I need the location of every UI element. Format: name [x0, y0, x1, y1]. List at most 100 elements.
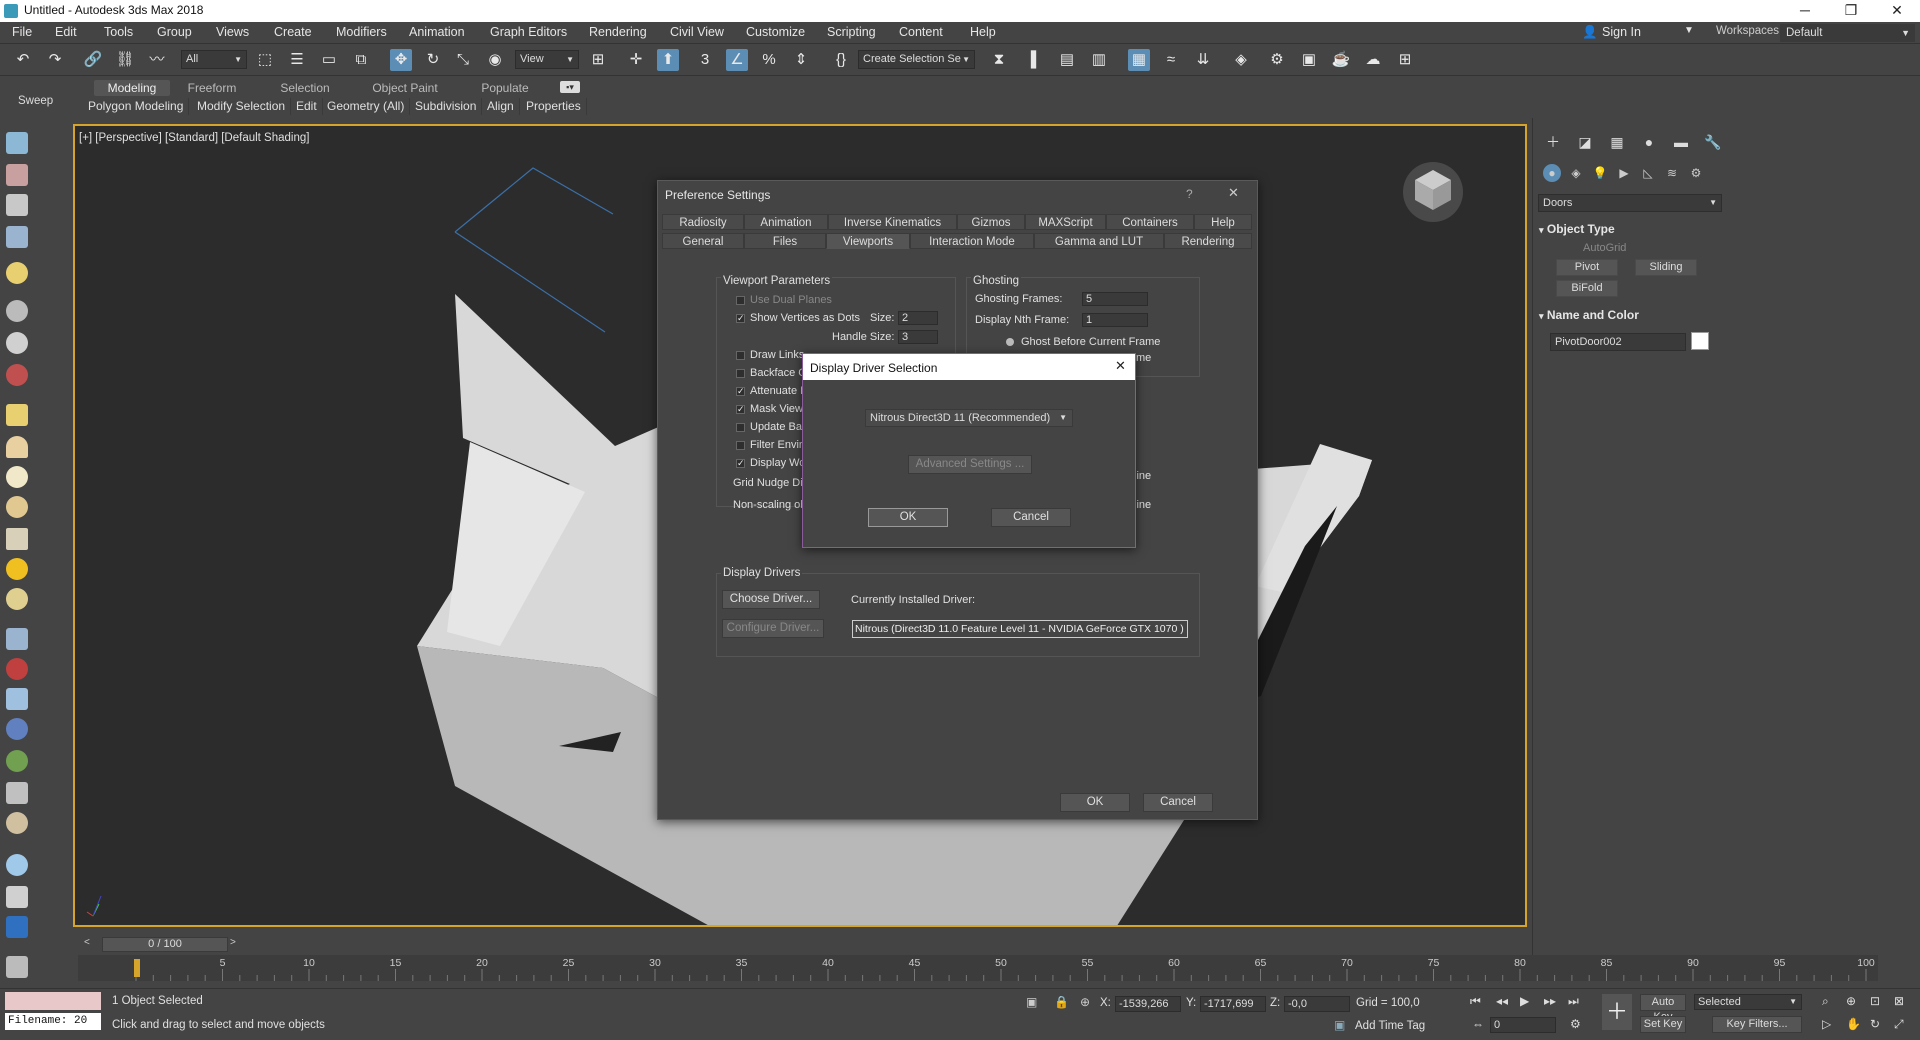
create-tab-icon[interactable]: ＋ [1543, 132, 1563, 152]
help-icon[interactable]: ? [1186, 187, 1193, 201]
geometry-category-icon[interactable]: ● [1543, 164, 1561, 182]
link-icon[interactable]: 🔗 [82, 49, 104, 71]
orbit-icon[interactable]: ↻ [1870, 1017, 1880, 1031]
maximize-button[interactable]: ❐ [1828, 0, 1874, 22]
render-setup-side-icon[interactable] [6, 886, 28, 908]
zoom-icon[interactable]: ⌕ [1822, 994, 1829, 1009]
set-key-button[interactable]: Set Key [1640, 1016, 1686, 1033]
systems-category-icon[interactable]: ⚙ [1687, 164, 1705, 182]
foliage-icon[interactable] [6, 750, 28, 772]
next-key-icon[interactable]: ▸▸ [1544, 994, 1556, 1008]
pivot-door-button[interactable]: Pivot [1556, 259, 1618, 276]
close-icon[interactable]: ✕ [1228, 185, 1239, 201]
spacewarps-category-icon[interactable]: ≋ [1663, 164, 1681, 182]
object-category-select[interactable]: Doors ▼ [1538, 194, 1722, 212]
hierarchy-tab-icon[interactable]: ▦ [1607, 132, 1627, 152]
tab-freeform[interactable]: Freeform [180, 80, 244, 96]
render-production-icon[interactable]: ☕ [1330, 49, 1352, 71]
percent-snap-icon[interactable]: % [758, 49, 780, 71]
ghosting-frames-spinner[interactable]: 5 [1082, 292, 1148, 306]
auto-key-button[interactable]: Auto Key [1640, 994, 1686, 1023]
go-to-end-icon[interactable]: ⏭ [1568, 994, 1579, 1009]
curve-editor-icon[interactable]: ≈ [1160, 49, 1182, 71]
select-manipulate-icon[interactable]: ✛ [625, 49, 647, 71]
cone-icon[interactable] [6, 528, 28, 550]
mirror-icon[interactable]: ⧗ [988, 49, 1010, 71]
menu-scripting[interactable]: Scripting [827, 25, 876, 39]
reference-coordinate-select[interactable]: View ▼ [515, 50, 579, 69]
menu-tools[interactable]: Tools [104, 25, 133, 39]
configure-driver-button[interactable]: Configure Driver... [722, 619, 824, 638]
angle-snap-icon[interactable]: ∠ [726, 49, 748, 71]
tab-files[interactable]: Files [744, 233, 826, 249]
panel-polygon-modeling[interactable]: Polygon Modeling [83, 98, 190, 115]
render-setup-icon[interactable]: ⚙ [1266, 49, 1288, 71]
menu-views[interactable]: Views [216, 25, 249, 39]
play-icon[interactable]: ▶ [1520, 994, 1529, 1008]
z-coordinate-field[interactable]: -0,0 [1284, 996, 1350, 1012]
unlink-icon[interactable]: ⛓ [114, 49, 136, 71]
pivot-center-icon[interactable]: ⊞ [587, 49, 609, 71]
ghost-before-radio[interactable] [1006, 338, 1014, 346]
object-color-swatch[interactable] [1691, 332, 1709, 350]
tab-viewports[interactable]: Viewports [826, 233, 910, 249]
undo-icon[interactable]: ↶ [12, 49, 34, 71]
add-time-tag-label[interactable]: Add Time Tag [1355, 1020, 1425, 1032]
snaps-toggle-icon[interactable]: 3 [694, 49, 716, 71]
shapes-category-icon[interactable]: ◈ [1567, 164, 1585, 182]
draw-links-checkbox[interactable] [736, 351, 745, 360]
tab-maxscript[interactable]: MAXScript [1025, 214, 1106, 230]
camera-icon[interactable] [6, 300, 28, 322]
panel-geometry-all[interactable]: Geometry (All) [322, 98, 411, 115]
particle-icon[interactable] [6, 364, 28, 386]
handle-size-spinner[interactable]: 3 [898, 330, 938, 344]
panel-subdivision[interactable]: Subdivision [410, 98, 483, 115]
tab-interaction-mode[interactable]: Interaction Mode [910, 233, 1034, 249]
maximize-viewport-icon[interactable]: ⤢ [1894, 1017, 1904, 1032]
schematic-view-icon[interactable]: ⇊ [1192, 49, 1214, 71]
choose-driver-button[interactable]: Choose Driver... [722, 590, 820, 609]
next-frame-icon[interactable]: > [230, 937, 236, 948]
viewport-label[interactable]: [+] [Perspective] [Standard] [Default Sh… [79, 132, 309, 144]
menu-create[interactable]: Create [274, 25, 312, 39]
tab-rendering[interactable]: Rendering [1164, 233, 1252, 249]
redo-icon[interactable]: ↷ [44, 49, 66, 71]
cameras-category-icon[interactable]: ▶ [1615, 164, 1633, 182]
zoom-extents-icon[interactable]: ⊡ [1870, 994, 1880, 1008]
helpers-category-icon[interactable]: ◺ [1639, 164, 1657, 182]
toggle-layer-explorer-icon[interactable]: ▥ [1088, 49, 1110, 71]
object-type-rollout[interactable]: ▾ Object Type [1539, 222, 1615, 236]
select-by-name-icon[interactable]: ☰ [286, 49, 308, 71]
utilities-tab-icon[interactable]: 🔧 [1703, 132, 1723, 152]
update-background-checkbox[interactable] [736, 423, 745, 432]
viewport-icon[interactable] [6, 916, 28, 938]
modifier-icon[interactable] [6, 688, 28, 710]
filter-environment-checkbox[interactable] [736, 441, 745, 450]
light-icon[interactable] [6, 262, 28, 284]
dome-icon[interactable] [6, 436, 28, 458]
driver-ok-button[interactable]: OK [868, 508, 948, 527]
advanced-settings-button[interactable]: Advanced Settings ... [908, 455, 1032, 474]
rendered-frame-window-icon[interactable]: ▣ [1298, 49, 1320, 71]
menu-content[interactable]: Content [899, 25, 943, 39]
select-and-place-icon[interactable]: ◉ [484, 49, 506, 71]
menu-file[interactable]: File [12, 25, 32, 39]
toggle-scene-explorer-icon[interactable]: ▤ [1056, 49, 1078, 71]
edit-named-selection-icon[interactable]: {} [830, 49, 852, 71]
select-and-rotate-icon[interactable]: ↻ [422, 49, 444, 71]
material-editor-icon[interactable]: ◈ [1230, 49, 1252, 71]
sphere-icon[interactable] [6, 466, 28, 488]
time-slider[interactable]: < 0 / 100 > [80, 936, 1534, 952]
document-icon[interactable] [6, 194, 28, 216]
attenuate-checkbox[interactable]: ✓ [736, 387, 745, 396]
minimize-button[interactable]: ─ [1782, 0, 1828, 22]
driver-select[interactable]: Nitrous Direct3D 11 (Recommended) ▼ [865, 409, 1073, 427]
field-of-view-icon[interactable]: ▷ [1822, 1017, 1831, 1031]
workspace-select[interactable]: Default ▼ [1780, 24, 1915, 42]
gear-icon[interactable] [6, 718, 28, 740]
zoom-all-icon[interactable]: ⊕ [1846, 994, 1856, 1008]
menu-customize[interactable]: Customize [746, 25, 805, 39]
key-mode-select[interactable]: Selected ▼ [1694, 994, 1802, 1010]
cloth-icon[interactable] [6, 658, 28, 680]
isolate-selection-icon[interactable]: ▣ [1026, 995, 1037, 1009]
